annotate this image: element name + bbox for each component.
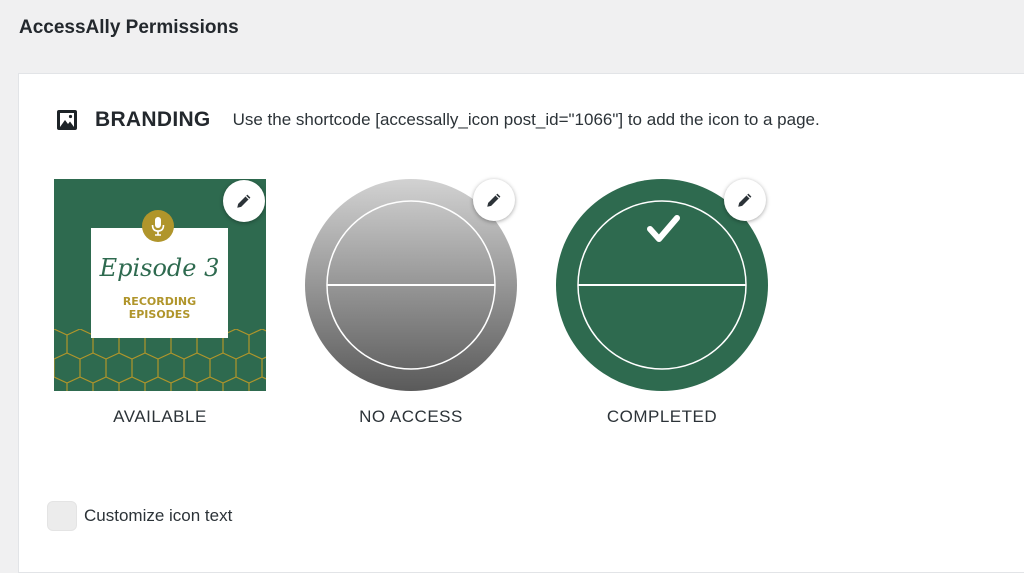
episode-subtitle-line2: EPISODES bbox=[128, 308, 191, 321]
available-icon-image[interactable]: Episode 3 RECORDING EPISODES bbox=[54, 179, 266, 391]
page-title: AccessAlly Permissions bbox=[19, 17, 239, 38]
pencil-icon bbox=[487, 193, 501, 207]
available-label: AVAILABLE bbox=[113, 407, 207, 426]
icon-card-no-access: NO ACCESS bbox=[305, 179, 517, 426]
pencil-icon bbox=[738, 193, 752, 207]
customize-icon-text-label[interactable]: Customize icon text bbox=[84, 506, 232, 526]
completed-label: COMPLETED bbox=[606, 407, 718, 426]
branding-header: BRANDING Use the shortcode [accessally_i… bbox=[55, 108, 820, 132]
episode-title: Episode 3 bbox=[99, 254, 220, 282]
image-icon bbox=[57, 110, 77, 130]
episode-cover-card: Episode 3 RECORDING EPISODES bbox=[91, 228, 228, 338]
pencil-icon bbox=[237, 194, 251, 208]
episode-subtitle-line1: RECORDING bbox=[122, 295, 197, 308]
microphone-icon bbox=[142, 210, 174, 242]
branding-panel: BRANDING Use the shortcode [accessally_i… bbox=[18, 73, 1024, 573]
customize-icon-text-checkbox[interactable] bbox=[47, 501, 77, 531]
icon-card-completed: COMPLETED bbox=[556, 179, 768, 426]
customize-icon-text-row: Customize icon text bbox=[47, 501, 232, 531]
completed-icon-image[interactable] bbox=[556, 179, 768, 391]
edit-completed-icon-button[interactable] bbox=[724, 179, 766, 221]
episode-subtitle: RECORDING EPISODES bbox=[91, 295, 228, 321]
edit-available-icon-button[interactable] bbox=[223, 180, 265, 222]
no-access-label: NO ACCESS bbox=[359, 407, 463, 426]
shortcode-instructions: Use the shortcode [accessally_icon post_… bbox=[232, 110, 820, 129]
edit-no-access-icon-button[interactable] bbox=[473, 179, 515, 221]
no-access-icon-image[interactable] bbox=[305, 179, 517, 391]
hexagon-pattern bbox=[54, 329, 266, 391]
icon-card-available: Episode 3 RECORDING EPISODES AVAILABLE bbox=[54, 179, 266, 426]
branding-title: BRANDING bbox=[95, 108, 211, 131]
